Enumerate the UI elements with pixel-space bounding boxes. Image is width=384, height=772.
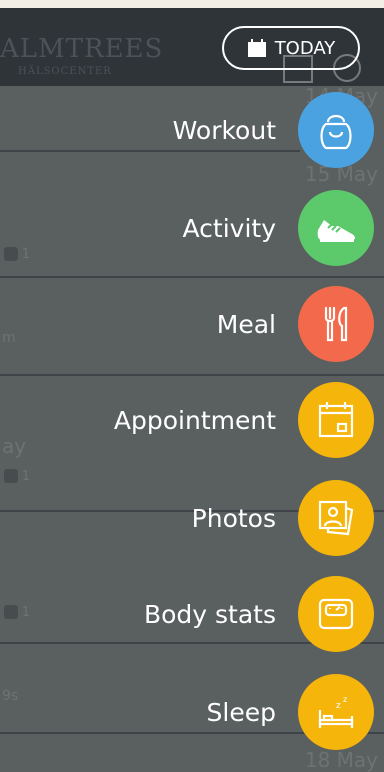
appointment-circle[interactable] — [298, 382, 374, 458]
bed-icon: z z — [318, 695, 354, 728]
menu-item-label: Activity — [182, 213, 277, 243]
menu-item-appointment[interactable]: Appointment — [34, 382, 374, 458]
activity-circle[interactable] — [298, 190, 374, 266]
menu-item-label: Sleep — [206, 697, 276, 727]
sneaker-icon — [317, 220, 355, 242]
menu-item-label: Workout — [172, 115, 276, 145]
calendar-icon — [247, 39, 266, 57]
app-header: ALMTREES HÄLSOCENTER TODAY — [0, 8, 384, 86]
today-label: TODAY — [274, 37, 336, 59]
menu-item-sleep[interactable]: Sleep z z — [34, 674, 374, 750]
svg-text:z: z — [336, 701, 341, 711]
menu-item-activity[interactable]: Activity — [34, 190, 374, 266]
status-bar — [0, 0, 384, 8]
menu-item-label: Body stats — [143, 599, 276, 629]
photos-circle[interactable] — [298, 480, 374, 556]
menu-item-label: Appointment — [113, 405, 276, 435]
svg-text:z: z — [343, 695, 347, 704]
add-entry-menu: Workout Activity Meal Appointment Photos… — [0, 86, 384, 769]
kettlebell-icon — [320, 114, 352, 150]
logo-text: ALMTREES — [0, 34, 164, 64]
menu-item-label: Meal — [216, 309, 276, 339]
meal-circle[interactable] — [298, 286, 374, 362]
logo-subtext: HÄLSOCENTER — [18, 66, 112, 77]
calendar-icon — [318, 402, 354, 438]
scale-icon — [318, 598, 354, 630]
body-stats-circle[interactable] — [298, 576, 374, 652]
menu-item-photos[interactable]: Photos — [34, 480, 374, 556]
menu-item-label: Photos — [191, 503, 276, 533]
menu-item-body-stats[interactable]: Body stats — [34, 576, 374, 652]
photos-icon — [318, 500, 354, 536]
menu-item-meal[interactable]: Meal — [34, 286, 374, 362]
fork-knife-icon — [324, 306, 348, 342]
today-button[interactable]: TODAY — [222, 26, 360, 70]
sleep-circle[interactable]: z z — [298, 674, 374, 750]
menu-item-workout[interactable]: Workout — [34, 92, 374, 168]
workout-circle[interactable] — [298, 92, 374, 168]
